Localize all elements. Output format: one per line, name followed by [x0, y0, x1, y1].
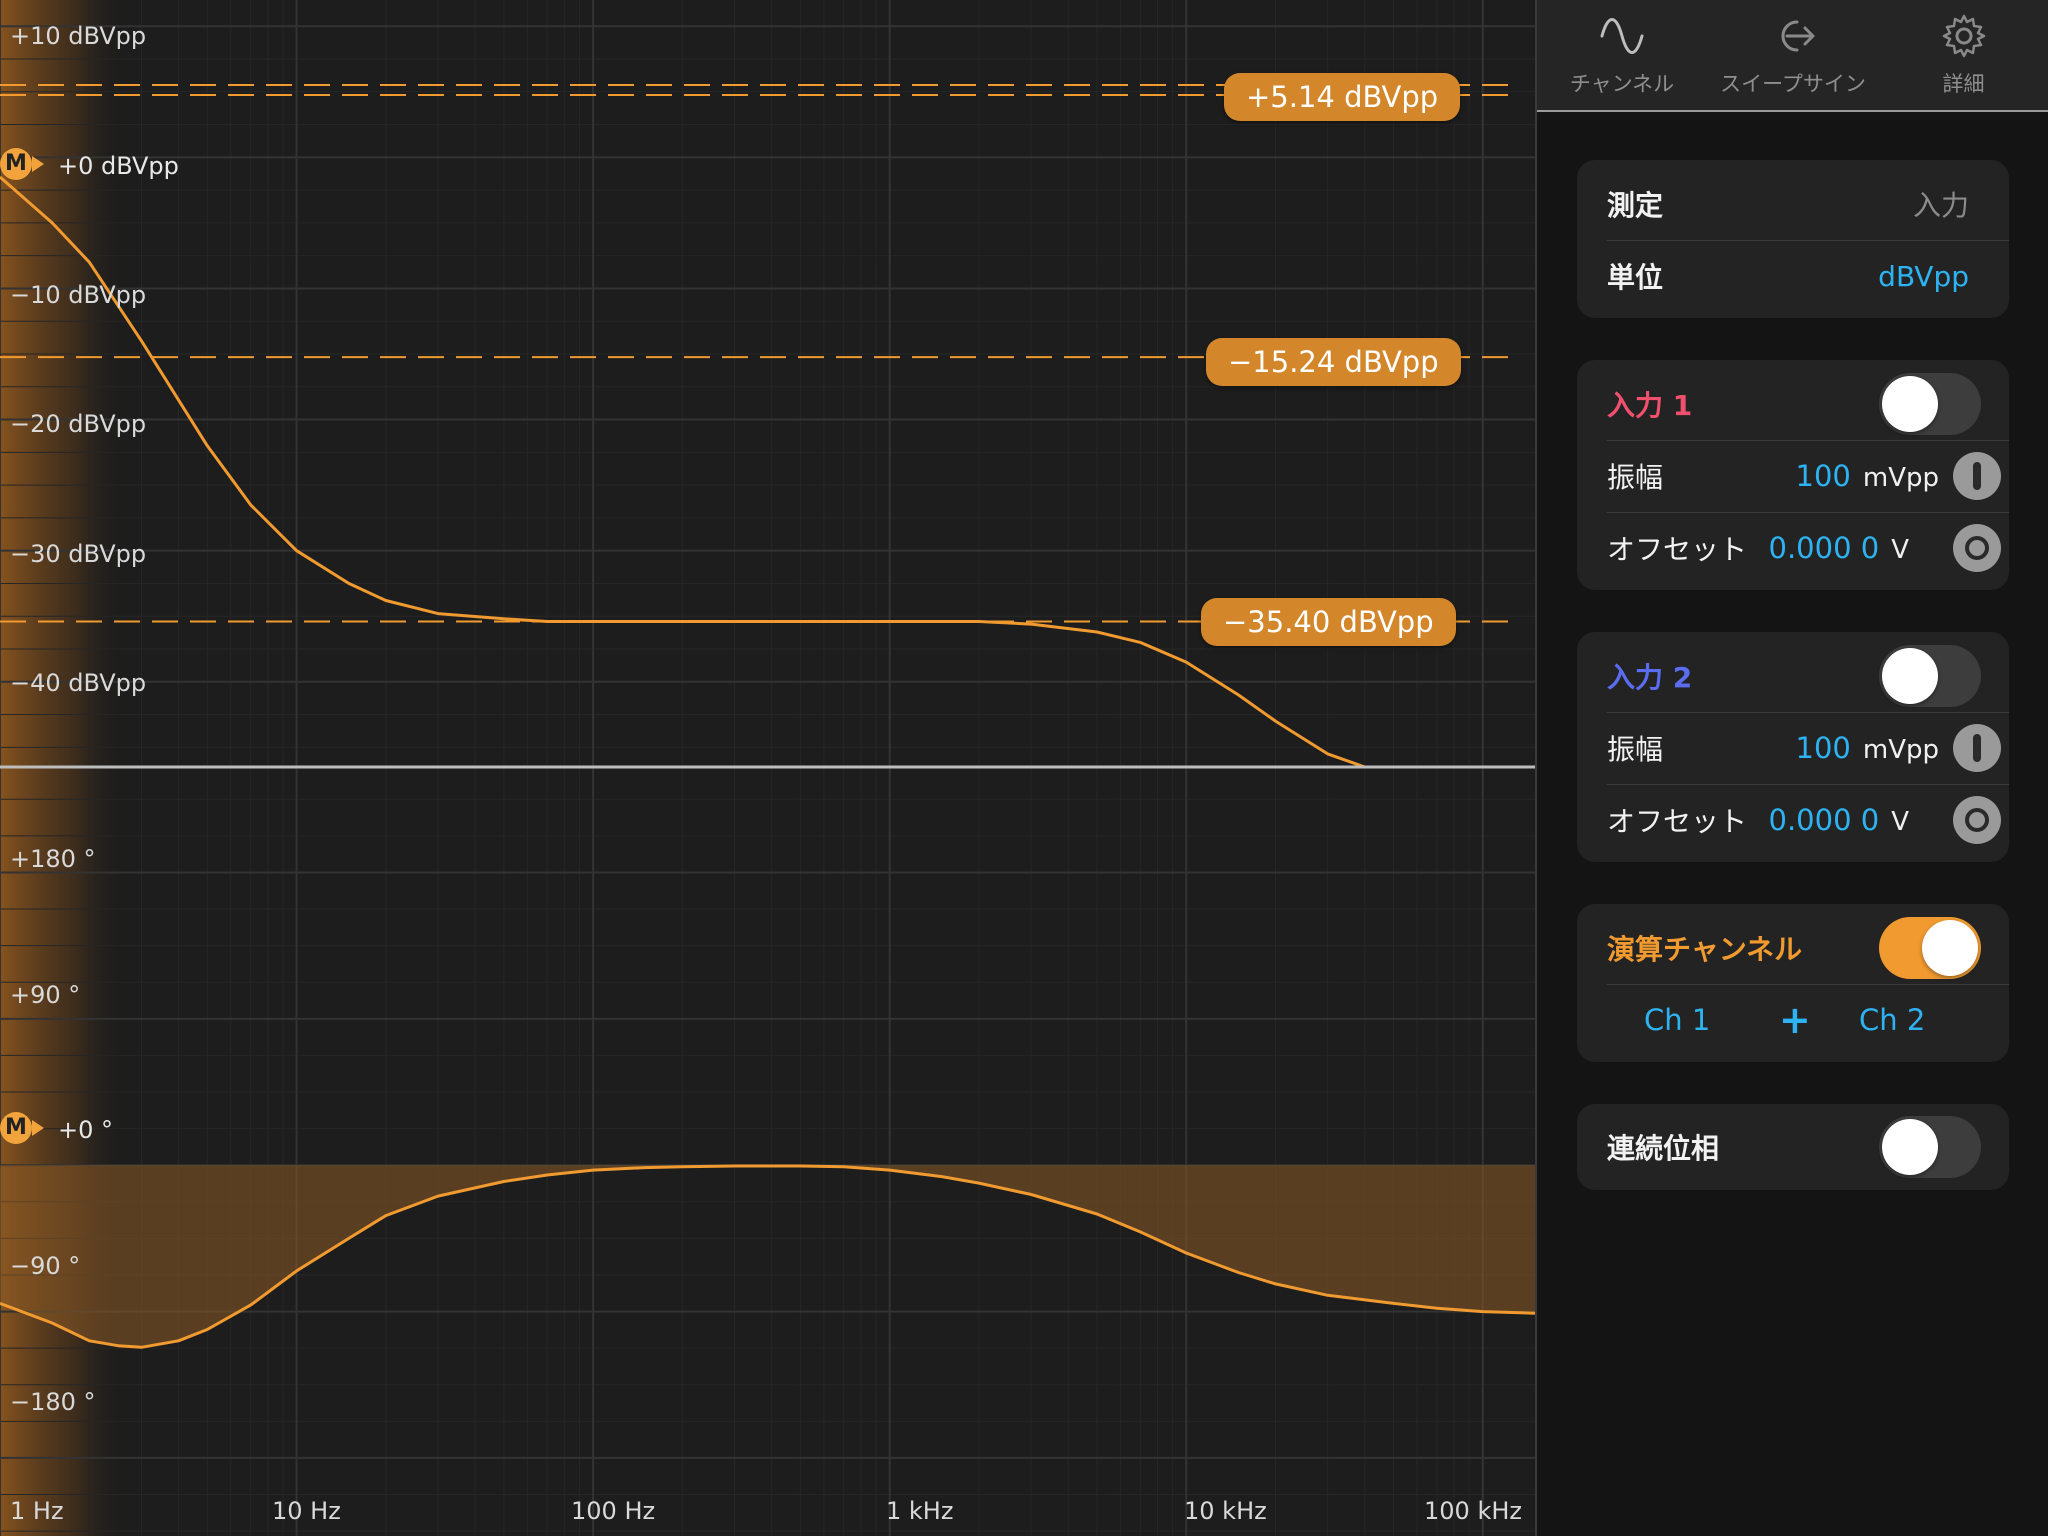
- offset-label: オフセット: [1607, 533, 1748, 566]
- reference-marker-badge[interactable]: M: [0, 1112, 44, 1144]
- measure-row[interactable]: 測定 入力: [1607, 168, 2009, 240]
- phase-tick-label: −180 °: [10, 1388, 96, 1416]
- amplitude-value[interactable]: 100: [1796, 459, 1851, 493]
- offset-value-group[interactable]: 0.000 0 V: [1769, 803, 1910, 837]
- tab-channel[interactable]: チャンネル: [1537, 0, 1707, 110]
- mag-tick-label: −30 dBVpp: [10, 540, 147, 568]
- input1-header-row: 入力 1: [1607, 368, 2009, 440]
- amplitude-label: 振幅: [1607, 461, 1664, 494]
- input2-toggle[interactable]: [1879, 645, 1981, 707]
- toggle-knob: [1882, 376, 1938, 432]
- tab-details-label: 詳細: [1942, 72, 1985, 96]
- unit-value[interactable]: dBVpp: [1878, 260, 1969, 293]
- input2-offset-row: オフセット 0.000 0 V: [1607, 784, 2009, 856]
- math-operator[interactable]: +: [1779, 998, 1811, 1042]
- amplitude-knob-icon[interactable]: [1953, 724, 2001, 772]
- amplitude-unit: mVpp: [1862, 735, 1939, 765]
- x-tick-label: 10 Hz: [272, 1497, 341, 1525]
- offset-unit: V: [1891, 807, 1909, 837]
- phase-tick-label: −90 °: [10, 1252, 81, 1280]
- bode-plot-svg[interactable]: [0, 0, 1535, 1536]
- mag-tick-label: −40 dBVpp: [10, 669, 147, 697]
- measure-label: 測定: [1607, 189, 1664, 222]
- offset-unit: V: [1891, 535, 1909, 565]
- x-tick-label: 10 kHz: [1184, 1497, 1267, 1525]
- math-operand-1[interactable]: Ch 1: [1644, 1003, 1710, 1037]
- tab-sweep-sine-label: スイープサイン: [1720, 72, 1866, 96]
- math-operand-2[interactable]: Ch 2: [1859, 1003, 1925, 1037]
- x-tick-label: 1 Hz: [10, 1497, 64, 1525]
- reference-level-label: +0 dBVpp: [58, 152, 179, 180]
- toggle-knob: [1882, 648, 1938, 704]
- mag-tick-label: −10 dBVpp: [10, 281, 147, 309]
- unit-label: 単位: [1607, 261, 1664, 294]
- math-channel-header-row: 演算チャンネル: [1607, 912, 2009, 984]
- input2-header-row: 入力 2: [1607, 640, 2009, 712]
- offset-value[interactable]: 0.000 0: [1769, 803, 1880, 837]
- math-channel-toggle[interactable]: [1879, 917, 1981, 979]
- math-channel-card: 演算チャンネル Ch 1 + Ch 2: [1577, 904, 2009, 1062]
- offset-knob-icon[interactable]: [1953, 524, 2001, 572]
- input1-offset-row: オフセット 0.000 0 V: [1607, 512, 2009, 584]
- math-channel-title: 演算チャンネル: [1607, 933, 1803, 966]
- amplitude-value[interactable]: 100: [1796, 731, 1851, 765]
- marker-pill-3[interactable]: −35.40 dBVpp: [1201, 598, 1456, 646]
- offset-label: オフセット: [1607, 805, 1748, 838]
- sweep-arrow-icon: [1781, 20, 1815, 52]
- toggle-knob: [1922, 920, 1978, 976]
- offset-knob-icon[interactable]: [1953, 796, 2001, 844]
- input1-amplitude-row: 振幅 100 mVpp: [1607, 440, 2009, 512]
- toggle-knob: [1882, 1119, 1938, 1175]
- marker-pill-1[interactable]: +5.14 dBVpp: [1224, 73, 1461, 121]
- math-expression-row: Ch 1 + Ch 2: [1577, 984, 2009, 1056]
- input1-title: 入力 1: [1607, 389, 1693, 422]
- gear-icon: [1942, 14, 1985, 58]
- continuous-phase-label: 連続位相: [1607, 1132, 1720, 1165]
- x-tick-label: 100 Hz: [571, 1497, 656, 1525]
- amplitude-knob-icon[interactable]: [1953, 452, 2001, 500]
- phase-tick-label: +90 °: [10, 981, 81, 1009]
- settings-sidebar: チャンネル スイープサイン 詳細 測定 入力 単位 dBVpp 入力 1 振幅 …: [1537, 0, 2048, 1536]
- amplitude-value-group[interactable]: 100 mVpp: [1796, 731, 1939, 765]
- unit-row[interactable]: 単位 dBVpp: [1607, 240, 2009, 312]
- continuous-phase-toggle[interactable]: [1879, 1116, 1981, 1178]
- tab-bar: チャンネル スイープサイン 詳細: [1537, 0, 2048, 112]
- phase-area-fill: [0, 1165, 1535, 1348]
- continuous-phase-card: 連続位相: [1577, 1104, 2009, 1190]
- marker-pill-2[interactable]: −15.24 dBVpp: [1206, 338, 1461, 386]
- reference-phase-label: +0 °: [58, 1116, 114, 1144]
- mag-tick-label: +10 dBVpp: [10, 22, 147, 50]
- plot-area[interactable]: +10 dBVpp −10 dBVpp −20 dBVpp −30 dBVpp …: [0, 0, 1535, 1536]
- input2-amplitude-row: 振幅 100 mVpp: [1607, 712, 2009, 784]
- x-tick-label: 1 kHz: [886, 1497, 954, 1525]
- offset-value[interactable]: 0.000 0: [1769, 531, 1880, 565]
- continuous-phase-row: 連続位相: [1607, 1111, 2009, 1183]
- tab-sweep-sine[interactable]: スイープサイン: [1707, 0, 1879, 110]
- reference-marker-badge[interactable]: M: [0, 148, 44, 180]
- input2-card: 入力 2 振幅 100 mVpp オフセット 0.000 0 V: [1577, 632, 2009, 862]
- offset-value-group[interactable]: 0.000 0 V: [1769, 531, 1910, 565]
- measurement-card: 測定 入力 単位 dBVpp: [1577, 160, 2009, 318]
- amplitude-label: 振幅: [1607, 733, 1664, 766]
- x-tick-label: 100 kHz: [1424, 1497, 1522, 1525]
- input2-title: 入力 2: [1607, 661, 1693, 694]
- amplitude-value-group[interactable]: 100 mVpp: [1796, 459, 1939, 493]
- tab-details[interactable]: 詳細: [1879, 0, 2048, 110]
- input1-card: 入力 1 振幅 100 mVpp オフセット 0.000 0 V: [1577, 360, 2009, 590]
- mag-tick-label: −20 dBVpp: [10, 410, 147, 438]
- input1-toggle[interactable]: [1879, 373, 1981, 435]
- phase-tick-label: +180 °: [10, 845, 96, 873]
- sine-wave-icon: [1600, 18, 1644, 54]
- tab-channel-label: チャンネル: [1569, 72, 1675, 96]
- amplitude-unit: mVpp: [1862, 463, 1939, 493]
- measure-value[interactable]: 入力: [1913, 184, 1969, 224]
